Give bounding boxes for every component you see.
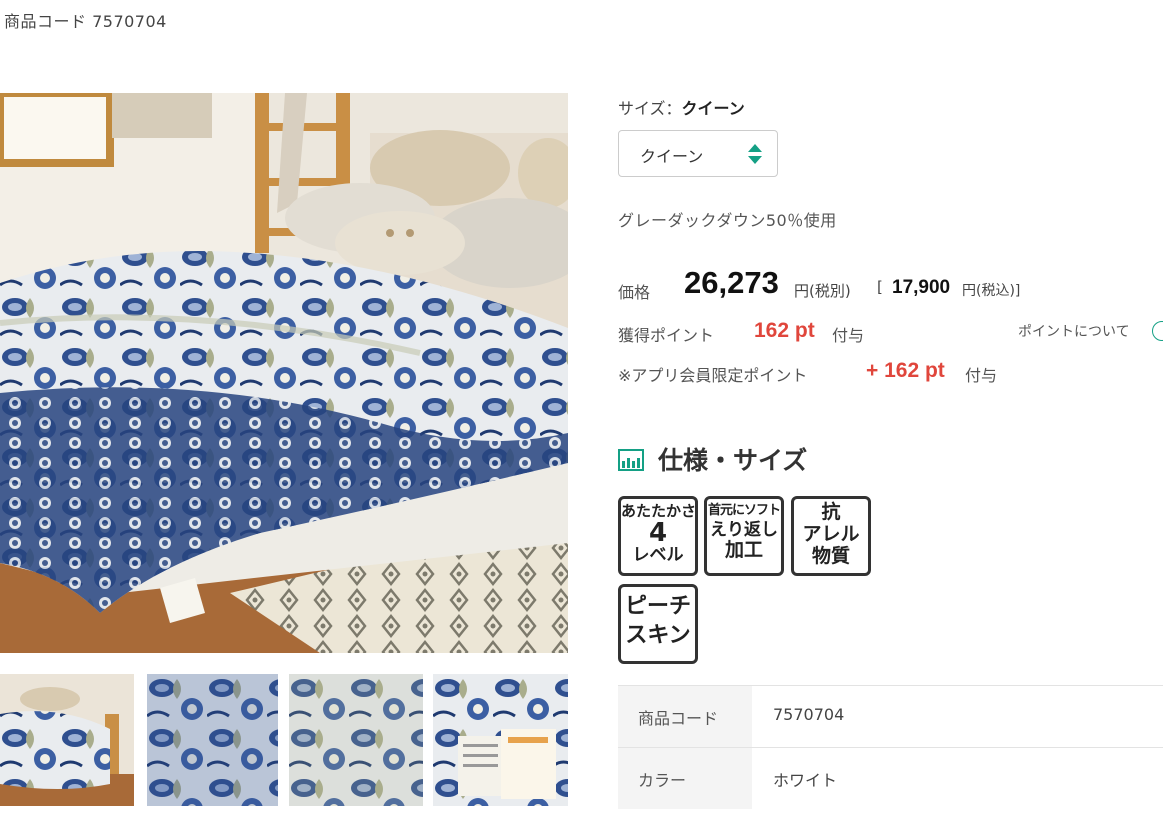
points-about-link[interactable]: ポイントについて (1018, 321, 1130, 341)
price-unit-incl: 円(税込)] (962, 283, 1021, 299)
thumbnail-strip (0, 674, 568, 806)
size-select[interactable]: クイーン (618, 130, 778, 177)
price-unit-excl: 円(税別) (794, 282, 851, 300)
spec-key: カラー (618, 748, 752, 809)
badge-peach-skin: ピーチ スキン (618, 584, 698, 664)
price-row: 価格 26,273 円(税別) [ 17,900 円(税込)] (618, 263, 1163, 303)
thumbnail-4[interactable] (433, 674, 568, 806)
app-points-value: + 162 pt (866, 359, 945, 382)
price-bracket-open: [ (877, 278, 883, 296)
info-circle-icon[interactable] (1152, 321, 1163, 341)
spec-value: ホワイト (773, 771, 838, 790)
badge-soft-collar: 首元にソフト えり返し 加工 (704, 496, 784, 576)
points-row: 獲得ポイント 162 pt 付与 ポイントについて (618, 319, 1163, 347)
spec-title: 仕様・サイズ (658, 446, 808, 475)
bed-duvet-illustration (0, 93, 568, 653)
select-updown-icon (748, 144, 762, 164)
size-selected-value: クイーン (681, 99, 745, 118)
badge-warmth-level: あたたかさ 4 レベル (618, 496, 698, 576)
price-label: 価格 (618, 283, 651, 302)
thumbnail-3[interactable] (289, 674, 423, 806)
spec-table: 商品コード 7570704 カラー ホワイト (618, 685, 1163, 809)
app-points-label: ※アプリ会員限定ポイント (618, 366, 808, 385)
badge-anti-allergen: 抗 アレル 物質 (791, 496, 871, 576)
ruler-icon (618, 449, 644, 471)
points-suffix: 付与 (832, 326, 865, 345)
price-amount: 26,273 (684, 265, 779, 300)
product-description: グレーダックダウン50％使用 (618, 211, 837, 230)
app-points-suffix: 付与 (965, 366, 998, 385)
size-select-value: クイーン (640, 147, 704, 166)
app-points-row: ※アプリ会員限定ポイント + 162 pt 付与 (618, 359, 1163, 387)
thumbnail-2[interactable] (147, 674, 278, 806)
price-tax-incl-amount: 17,900 (892, 277, 951, 298)
product-code-heading: 商品コード 7570704 (4, 12, 167, 31)
points-label: 獲得ポイント (618, 326, 715, 345)
thumbnail-1[interactable] (0, 674, 134, 806)
table-row: カラー ホワイト (618, 747, 1163, 809)
size-label: サイズ：クイーン (618, 99, 745, 118)
spec-value: 7570704 (773, 705, 845, 724)
main-product-image[interactable] (0, 93, 568, 653)
product-info-panel: サイズ：クイーン クイーン グレーダックダウン50％使用 価格 26,273 円… (618, 0, 1163, 822)
points-value: 162 pt (754, 319, 815, 342)
spec-key: 商品コード (618, 686, 752, 747)
table-row: 商品コード 7570704 (618, 685, 1163, 747)
